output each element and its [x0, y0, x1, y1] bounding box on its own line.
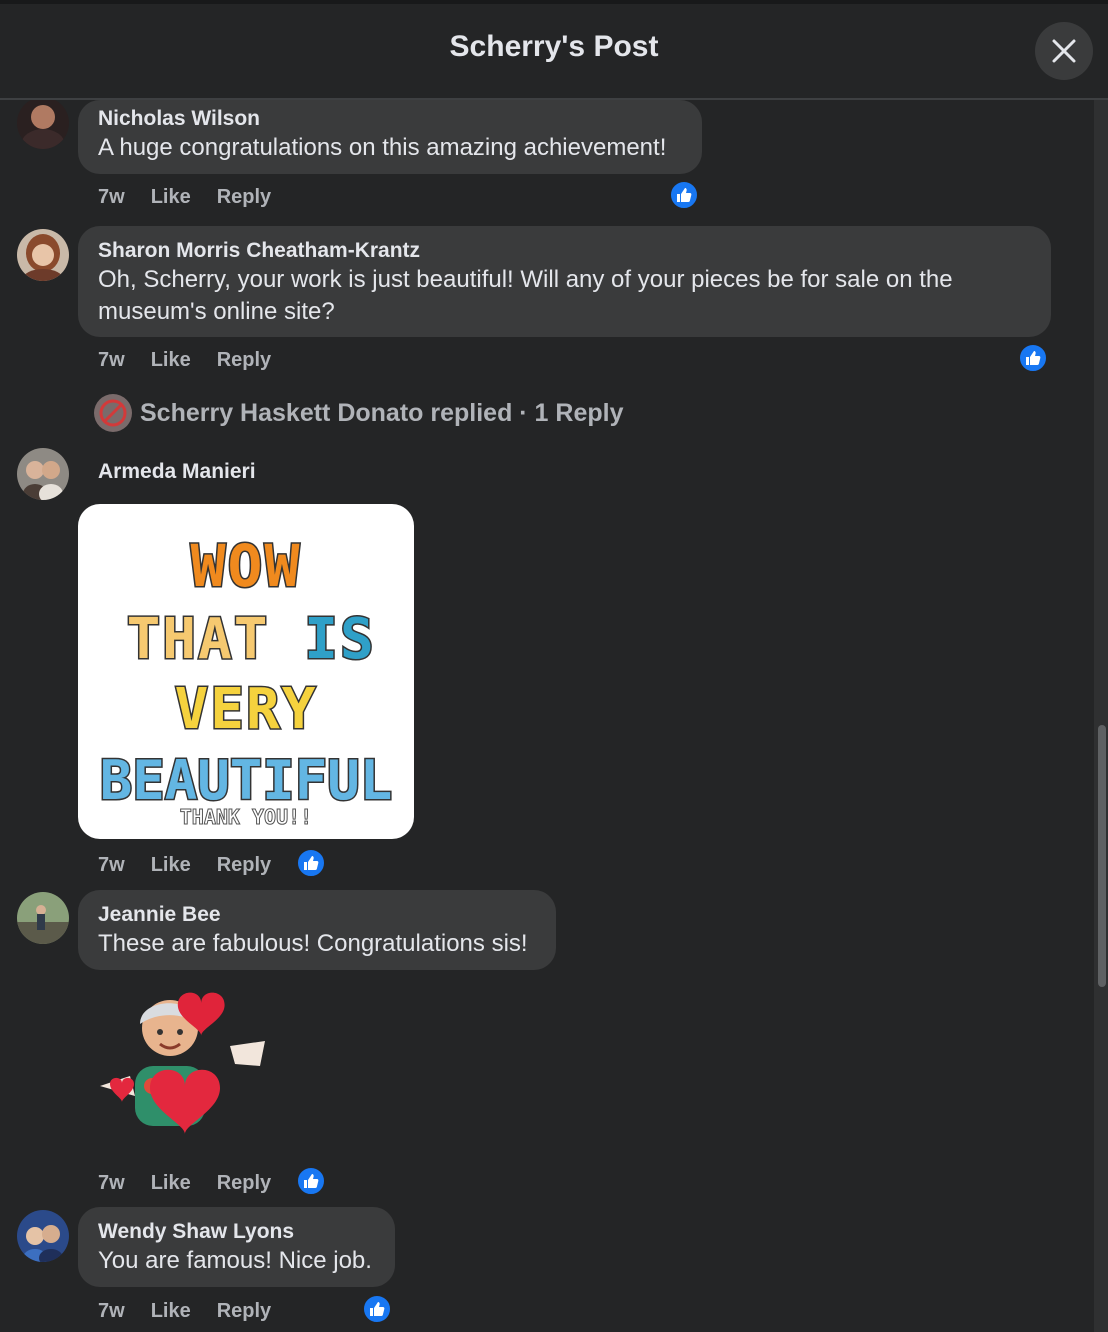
reaction-badge[interactable]: [296, 1166, 326, 1196]
comment-time[interactable]: 7w: [98, 186, 125, 209]
comment-bubble: Sharon Morris Cheatham-Krantz Oh, Scherr…: [78, 226, 1051, 337]
comment-time[interactable]: 7w: [98, 349, 125, 372]
comment-text: A huge congratulations on this amazing a…: [98, 134, 667, 161]
gif-text-line: BEAUTIFUL: [100, 749, 393, 812]
comment-text: These are fabulous! Congratulations sis!: [98, 930, 528, 957]
comment-author[interactable]: Jeannie Bee: [98, 902, 536, 928]
scrollbar-track[interactable]: [1094, 100, 1108, 1332]
comment-text: Oh, Scherry, your work is just beautiful…: [98, 266, 953, 325]
reaction-badge[interactable]: [669, 180, 699, 210]
like-button[interactable]: Like: [151, 1300, 191, 1323]
gif-attachment[interactable]: WOW THAT IS VERY BEAUTIFUL THANK YOU!!: [78, 504, 414, 839]
comment-bubble: Wendy Shaw Lyons You are famous! Nice jo…: [78, 1207, 395, 1287]
avatar[interactable]: [17, 97, 69, 149]
close-icon: [1052, 39, 1076, 63]
thumbs-up-icon: [1026, 351, 1041, 365]
comment-author[interactable]: Nicholas Wilson: [98, 106, 682, 132]
like-button[interactable]: Like: [151, 186, 191, 209]
like-button[interactable]: Like: [151, 854, 191, 877]
comment-actions: 7w Like Reply: [98, 1300, 297, 1323]
reply-button[interactable]: Reply: [217, 186, 271, 209]
like-button[interactable]: Like: [151, 349, 191, 372]
avatar: [94, 394, 132, 432]
thumbs-up-icon: [304, 1174, 319, 1188]
thumbs-up-icon: [677, 188, 692, 202]
comment-time[interactable]: 7w: [98, 1172, 125, 1195]
avatar[interactable]: [17, 1210, 69, 1262]
gif-text-line: IS: [304, 607, 375, 672]
close-button[interactable]: [1035, 22, 1093, 80]
avatar-sticker[interactable]: [90, 986, 270, 1146]
thumbs-up-icon: [370, 1302, 385, 1316]
post-modal: Scherry's Post Nicholas Wilson A huge co…: [0, 0, 1108, 1332]
reply-summary-text: Scherry Haskett Donato replied · 1 Reply: [140, 398, 624, 427]
header-edge: [0, 0, 1108, 4]
comment-actions: 7w Like Reply: [98, 349, 297, 372]
comment-bubble: Nicholas Wilson A huge congratulations o…: [78, 100, 702, 174]
view-replies-link[interactable]: Scherry Haskett Donato replied · 1 Reply: [94, 394, 623, 432]
gif-text-line: VERY: [175, 677, 318, 742]
comment-actions: 7w Like Reply: [98, 1172, 297, 1195]
comment-text: You are famous! Nice job.: [98, 1247, 372, 1274]
like-button[interactable]: Like: [151, 1172, 191, 1195]
reply-button[interactable]: Reply: [217, 854, 271, 877]
page-title: Scherry's Post: [449, 30, 659, 63]
comment-actions: 7w Like Reply: [98, 186, 297, 209]
gif-caption: THANK YOU!!: [180, 805, 312, 829]
thumbs-up-icon: [304, 856, 319, 870]
reaction-badge[interactable]: [296, 848, 326, 878]
reply-button[interactable]: Reply: [217, 1300, 271, 1323]
reply-button[interactable]: Reply: [217, 1172, 271, 1195]
avatar[interactable]: [17, 229, 69, 281]
comment-time[interactable]: 7w: [98, 1300, 125, 1323]
avatar[interactable]: [17, 892, 69, 944]
comment-bubble: Jeannie Bee These are fabulous! Congratu…: [78, 890, 556, 970]
comment-author[interactable]: Sharon Morris Cheatham-Krantz: [98, 238, 1031, 264]
comment-author[interactable]: Armeda Manieri: [98, 460, 256, 484]
gif-text-line: WOW: [191, 532, 302, 600]
reaction-badge[interactable]: [362, 1294, 392, 1324]
avatar[interactable]: [17, 448, 69, 500]
comment-author[interactable]: Wendy Shaw Lyons: [98, 1219, 375, 1245]
comment-actions: 7w Like Reply: [98, 854, 297, 877]
reply-button[interactable]: Reply: [217, 349, 271, 372]
modal-header: Scherry's Post: [0, 0, 1108, 100]
gif-text-line: THAT: [127, 607, 270, 672]
reaction-badge[interactable]: [1018, 343, 1048, 373]
comment-time[interactable]: 7w: [98, 854, 125, 877]
scrollbar-thumb[interactable]: [1098, 725, 1106, 987]
